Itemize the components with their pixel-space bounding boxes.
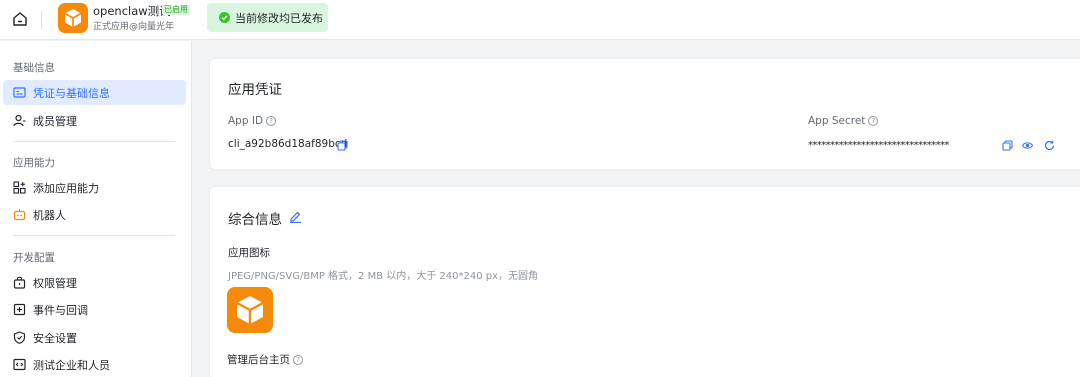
general-info-title: 综合信息 xyxy=(228,212,282,228)
group-title-dev: 开发配置 xyxy=(13,252,55,264)
refresh-icon[interactable] xyxy=(1044,140,1055,151)
check-circle-icon xyxy=(219,12,230,23)
app-subtitle: 正式应用@向量光年 xyxy=(93,22,175,32)
sidebar-item-label: 添加应用能力 xyxy=(33,182,99,195)
admin-home-label-text: 管理后台主页 xyxy=(227,354,290,366)
credentials-title: 应用凭证 xyxy=(228,82,282,98)
app-secret-value: ******************************** xyxy=(808,140,949,151)
app-id-label: App ID? xyxy=(228,115,277,127)
sidebar-divider xyxy=(13,141,175,142)
app-icon-hint: JPEG/PNG/SVG/BMP 格式，2 MB 以内，大于 240*240 p… xyxy=(228,271,539,282)
shield-icon xyxy=(13,331,26,344)
help-icon[interactable]: ? xyxy=(266,116,277,126)
eye-icon[interactable] xyxy=(1022,140,1033,151)
sidebar-item-label: 权限管理 xyxy=(33,277,77,290)
general-info-card: 综合信息 应用图标 JPEG/PNG/SVG/BMP 格式，2 MB 以内，大于… xyxy=(209,186,1080,377)
copy-icon[interactable] xyxy=(337,140,348,151)
copy-icon[interactable] xyxy=(1002,140,1013,151)
edit-icon[interactable] xyxy=(289,210,302,223)
header-divider xyxy=(41,11,42,29)
app-name: openclaw测试 xyxy=(93,4,171,18)
sidebar-item-label: 测试企业和人员 xyxy=(33,359,110,372)
help-icon[interactable]: ? xyxy=(293,355,303,365)
app-id-label-text: App ID xyxy=(228,115,264,127)
sidebar-item-robot[interactable]: 机器人 xyxy=(3,202,186,227)
sidebar-item-label: 凭证与基础信息 xyxy=(33,87,110,100)
sidebar-item-members[interactable]: 成员管理 xyxy=(3,108,186,133)
member-icon xyxy=(13,114,26,127)
sidebar-item-credentials[interactable]: 凭证与基础信息 xyxy=(3,80,186,105)
code-icon xyxy=(13,358,26,371)
sidebar-item-add-capability[interactable]: 添加应用能力 xyxy=(3,175,186,200)
app-status-badge: 已启用 xyxy=(162,5,190,15)
group-title-capability: 应用能力 xyxy=(13,157,55,169)
sidebar-item-label: 安全设置 xyxy=(33,332,77,345)
sidebar-item-label: 机器人 xyxy=(33,209,66,222)
credentials-card: 应用凭证 App ID? cli_a92b86d18af89bcd App Se… xyxy=(209,58,1080,170)
sidebar-item-label: 事件与回调 xyxy=(33,304,88,317)
publish-status-chip: 当前修改均已发布 xyxy=(207,3,328,32)
sidebar-item-label: 成员管理 xyxy=(33,115,77,128)
event-icon xyxy=(13,303,26,316)
box-logo-icon xyxy=(64,9,82,27)
sidebar-divider xyxy=(13,235,175,236)
top-header: openclaw测试 已启用 正式应用@向量光年 当前修改均已发布 xyxy=(0,0,1080,40)
apps-add-icon xyxy=(13,181,26,194)
help-icon[interactable]: ? xyxy=(868,116,879,126)
sidebar-item-permissions[interactable]: 权限管理 xyxy=(3,270,186,295)
sidebar-item-test-tenant[interactable]: 测试企业和人员 xyxy=(3,352,186,377)
sidebar-item-security[interactable]: 安全设置 xyxy=(3,325,186,350)
lock-icon xyxy=(13,276,26,289)
publish-status-text: 当前修改均已发布 xyxy=(235,12,323,25)
box-logo-icon xyxy=(236,296,264,324)
app-logo xyxy=(58,3,88,33)
admin-home-label: 管理后台主页? xyxy=(227,352,303,367)
app-secret-label-text: App Secret xyxy=(808,115,866,127)
group-title-basic: 基础信息 xyxy=(13,62,55,74)
sidebar-item-events[interactable]: 事件与回调 xyxy=(3,297,186,322)
app-icon-preview[interactable] xyxy=(227,287,273,333)
credential-icon xyxy=(13,87,26,98)
home-icon[interactable] xyxy=(11,10,29,28)
sidebar: 基础信息 凭证与基础信息 成员管理 应用能力 添加应用能力 机器人 开发配置 权… xyxy=(0,41,192,377)
robot-icon xyxy=(13,209,26,221)
app-id-value: cli_a92b86d18af89bcd xyxy=(228,138,348,150)
app-icon-label: 应用图标 xyxy=(228,247,270,259)
app-secret-label: App Secret? xyxy=(808,115,879,127)
